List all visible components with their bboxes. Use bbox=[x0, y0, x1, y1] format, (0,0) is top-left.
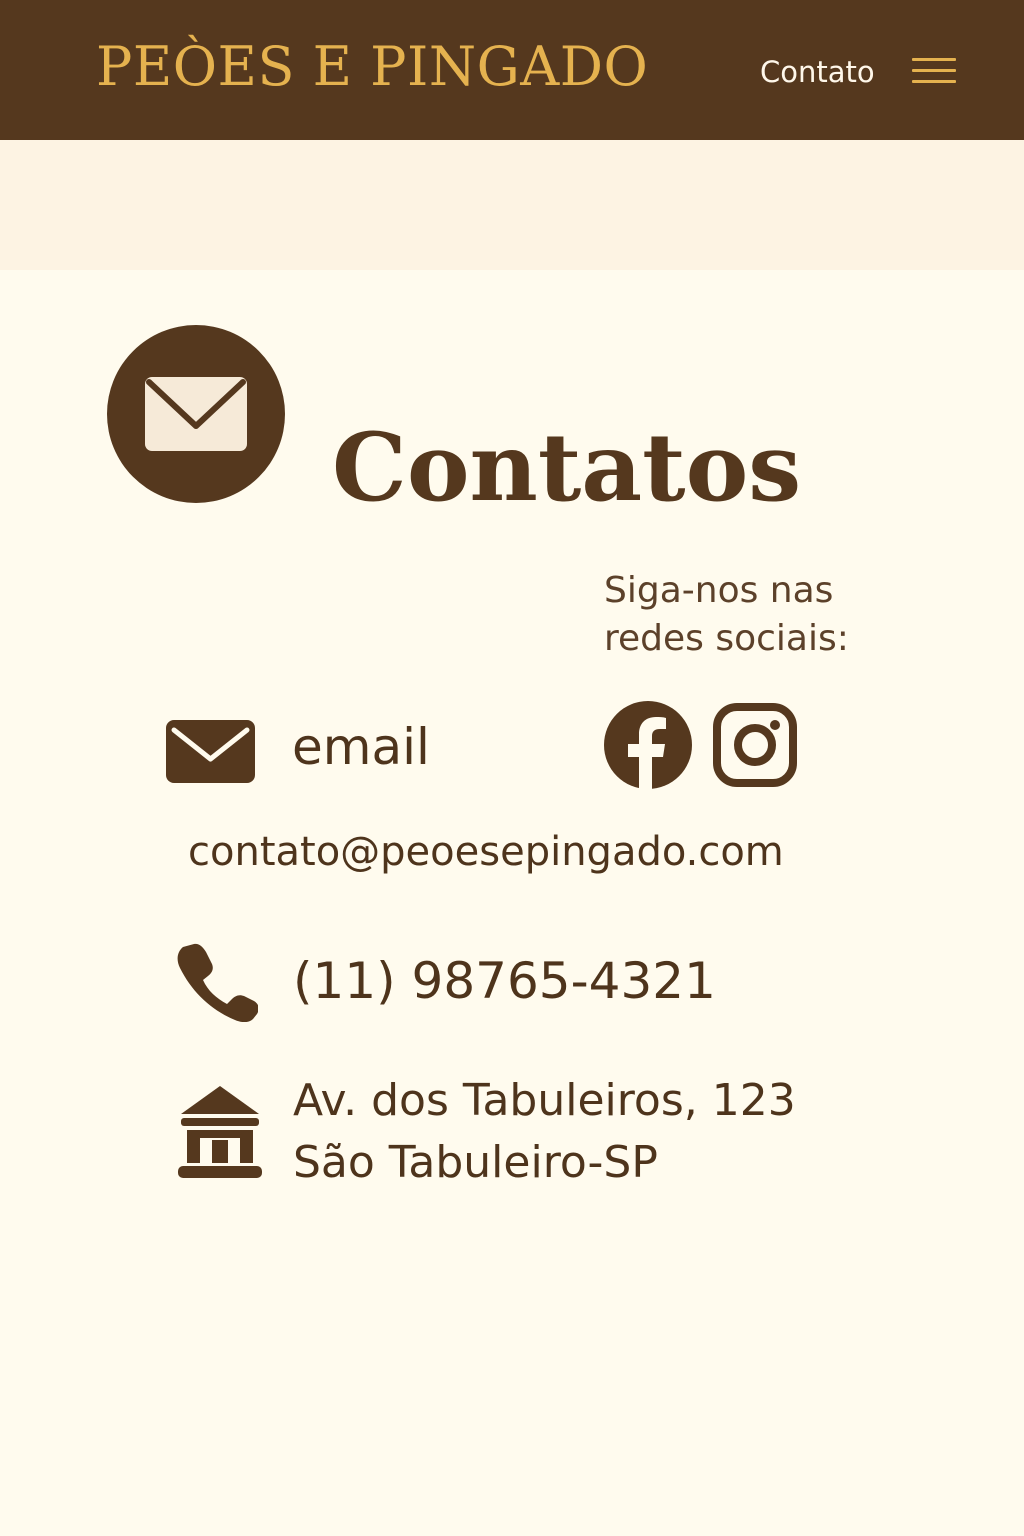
social-heading-line1: Siga-nos nas bbox=[604, 570, 834, 611]
instagram-icon[interactable] bbox=[713, 703, 797, 787]
address-line2: São Tabuleiro-SP bbox=[293, 1137, 658, 1188]
email-address[interactable]: contato@peoesepingado.com bbox=[188, 826, 784, 878]
phone-number[interactable]: (11) 98765-4321 bbox=[293, 950, 716, 1012]
top-band bbox=[0, 140, 1024, 270]
hamburger-menu-icon[interactable] bbox=[912, 56, 956, 86]
address-line1: Av. dos Tabuleiros, 123 bbox=[293, 1075, 796, 1126]
email-label: email bbox=[292, 718, 430, 776]
top-header: PEÒES E PINGADO Contato bbox=[0, 0, 1024, 140]
page-title: Contatos bbox=[332, 412, 802, 523]
brand-logo-text[interactable]: PEÒES E PINGADO bbox=[96, 30, 648, 104]
social-heading-line2: redes sociais: bbox=[604, 618, 849, 659]
envelope-icon bbox=[166, 720, 255, 783]
facebook-icon[interactable] bbox=[604, 701, 692, 789]
address-block: Av. dos Tabuleiros, 123 São Tabuleiro-SP bbox=[293, 1070, 796, 1194]
contact-nav-link[interactable]: Contato bbox=[760, 52, 875, 92]
envelope-circle-icon bbox=[107, 325, 285, 503]
phone-icon bbox=[177, 943, 258, 1022]
building-icon bbox=[178, 1086, 262, 1178]
social-heading: Siga-nos nas redes sociais: bbox=[604, 567, 904, 663]
